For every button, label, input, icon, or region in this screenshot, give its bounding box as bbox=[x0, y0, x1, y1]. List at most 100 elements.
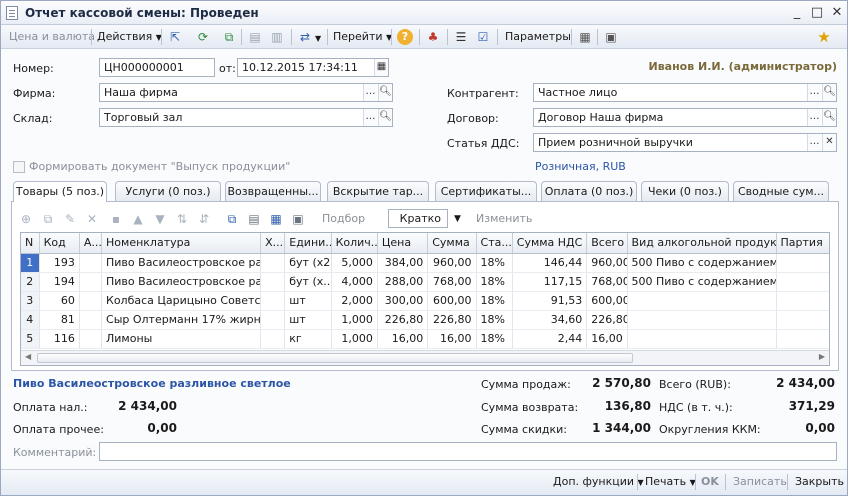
comment-field[interactable] bbox=[99, 442, 837, 461]
table-cell[interactable]: 2,000 bbox=[331, 291, 378, 311]
post-icon[interactable]: ⇱ bbox=[167, 29, 183, 45]
checklist-icon[interactable]: ☑ bbox=[475, 29, 491, 45]
columns-icon[interactable]: ▦ bbox=[577, 29, 593, 45]
table-cell[interactable] bbox=[260, 272, 286, 292]
table-cell[interactable]: 2,44 bbox=[512, 329, 588, 349]
warehouse-field[interactable]: Торговый зал … 🔍︎ bbox=[99, 108, 393, 127]
table-cell[interactable]: 91,53 bbox=[512, 291, 588, 311]
column-header[interactable]: А... bbox=[79, 233, 103, 254]
movements-dropdown-icon[interactable]: ▼ bbox=[315, 30, 321, 48]
table-cell[interactable]: Лимоны bbox=[101, 329, 262, 349]
save-icon[interactable]: ▪ bbox=[108, 211, 124, 227]
close-form-button[interactable]: Закрыть bbox=[795, 475, 844, 488]
table-cell[interactable] bbox=[260, 329, 286, 349]
fill-icon[interactable]: ⧉ bbox=[224, 211, 240, 227]
column-header[interactable]: Цена bbox=[377, 233, 429, 254]
table-cell[interactable]: 18% bbox=[476, 310, 513, 330]
export-icon[interactable]: ▣ bbox=[290, 211, 306, 227]
structure-icon[interactable]: ▤ bbox=[247, 29, 263, 45]
price-currency-button[interactable]: Цена и валюта bbox=[9, 28, 95, 46]
table-cell[interactable]: 18% bbox=[476, 272, 513, 292]
table-cell[interactable]: 3 bbox=[21, 291, 40, 311]
firm-field[interactable]: Наша фирма … 🔍︎ bbox=[99, 83, 393, 102]
favorite-star-icon[interactable]: ★ bbox=[816, 29, 832, 45]
table-cell[interactable]: 960,00 bbox=[586, 253, 628, 273]
ellipsis-icon[interactable]: … bbox=[807, 134, 821, 151]
table-cell[interactable]: Пиво Василеостровское ра... bbox=[101, 272, 262, 292]
move-icon[interactable]: ▥ bbox=[269, 29, 285, 45]
table-cell[interactable]: 960,00 bbox=[427, 253, 477, 273]
actions-menu[interactable]: Действия ▼ bbox=[97, 28, 162, 46]
table-cell[interactable]: Сыр Олтерманн 17% жирн н... bbox=[101, 310, 262, 330]
price-type-link[interactable]: Розничная, RUB bbox=[535, 160, 626, 173]
copy-doc-icon[interactable]: ⧉ bbox=[221, 29, 237, 45]
list-icon[interactable]: ☰ bbox=[453, 29, 469, 45]
column-header[interactable]: Сумма НДС bbox=[512, 233, 588, 254]
ellipsis-icon[interactable]: … bbox=[363, 109, 377, 126]
close-button[interactable]: ✕ bbox=[829, 5, 845, 21]
table-cell[interactable]: 2 bbox=[21, 272, 40, 292]
table-cell[interactable]: шт bbox=[284, 291, 332, 311]
help-icon[interactable]: ? bbox=[397, 29, 413, 45]
table-row[interactable]: 3 60 Колбаса Царицыно Советск... шт 2,000 300… bbox=[21, 291, 829, 311]
column-header[interactable]: Едини... bbox=[284, 233, 332, 254]
table-cell[interactable]: шт bbox=[284, 310, 332, 330]
table-cell[interactable] bbox=[627, 291, 777, 311]
selection-button[interactable]: Подбор bbox=[322, 210, 365, 228]
ellipsis-icon[interactable]: … bbox=[807, 84, 821, 101]
contract-field[interactable]: Договор Наша фирма … 🔍︎ bbox=[533, 108, 837, 127]
parameters-button[interactable]: Параметры bbox=[505, 28, 571, 46]
table-row[interactable]: 5 116 Лимоны кг 1,000 16,00 16,00 18% 2,44 16,00 bbox=[21, 329, 829, 349]
table-row[interactable]: 2 194 Пиво Василеостровское ра... бут (х...… bbox=[21, 272, 829, 292]
table-cell[interactable] bbox=[79, 253, 103, 273]
movements-icon[interactable]: ⇄ bbox=[297, 29, 313, 45]
sort-desc-icon[interactable]: ⇵ bbox=[196, 211, 212, 227]
table-cell[interactable]: 600,00 bbox=[427, 291, 477, 311]
table-cell[interactable] bbox=[79, 329, 103, 349]
move-down-icon[interactable]: ▼ bbox=[152, 211, 168, 227]
table-cell[interactable]: 34,60 bbox=[512, 310, 588, 330]
table-cell[interactable]: 194 bbox=[39, 272, 80, 292]
production-checkbox[interactable] bbox=[13, 161, 25, 173]
ellipsis-icon[interactable]: … bbox=[363, 84, 377, 101]
table-cell[interactable] bbox=[776, 329, 829, 349]
table-cell[interactable]: 193 bbox=[39, 253, 80, 273]
table-cell[interactable]: Пиво Василеостровское ра... bbox=[101, 253, 262, 273]
tab-returned[interactable]: Возвращенны... bbox=[225, 181, 321, 201]
table-cell[interactable] bbox=[79, 310, 103, 330]
search-icon[interactable]: 🔍︎ bbox=[378, 84, 392, 101]
table-cell[interactable] bbox=[260, 253, 286, 273]
save-button[interactable]: Записать bbox=[733, 475, 787, 488]
date-field[interactable]: 10.12.2015 17:34:11 ▦ bbox=[237, 58, 389, 77]
table-cell[interactable]: 4,000 bbox=[331, 272, 378, 292]
table-cell[interactable]: 18% bbox=[476, 253, 513, 273]
table-cell[interactable]: 5 bbox=[21, 329, 40, 349]
table-cell[interactable]: 18% bbox=[476, 329, 513, 349]
column-header[interactable]: Колич... bbox=[331, 233, 378, 254]
tab-opening[interactable]: Вскрытие тар... bbox=[327, 181, 429, 201]
copy-icon[interactable]: ⧉ bbox=[40, 211, 56, 227]
ellipsis-icon[interactable]: … bbox=[807, 109, 821, 126]
goto-menu[interactable]: Перейти ▼ bbox=[333, 28, 392, 46]
table-cell[interactable]: 4 bbox=[21, 310, 40, 330]
counterparty-field[interactable]: Частное лицо … 🔍︎ bbox=[533, 83, 837, 102]
table-cell[interactable] bbox=[627, 310, 777, 330]
table-cell[interactable] bbox=[260, 310, 286, 330]
delete-icon[interactable]: ✕ bbox=[84, 211, 100, 227]
horizontal-scrollbar[interactable]: ◀ ▶ bbox=[21, 350, 829, 365]
table-cell[interactable]: 300,00 bbox=[377, 291, 429, 311]
edit-icon[interactable]: ✎ bbox=[62, 211, 78, 227]
column-header[interactable]: Партия bbox=[776, 233, 829, 254]
table-cell[interactable]: 226,80 bbox=[427, 310, 477, 330]
table-cell[interactable]: 18% bbox=[476, 291, 513, 311]
table-cell[interactable]: 600,00 bbox=[586, 291, 628, 311]
table-cell[interactable]: кг bbox=[284, 329, 332, 349]
table-cell[interactable] bbox=[776, 310, 829, 330]
tab-receipts[interactable]: Чеки (0 поз.) bbox=[641, 181, 729, 201]
column-header[interactable]: Всего bbox=[586, 233, 628, 254]
table-cell[interactable]: 768,00 bbox=[427, 272, 477, 292]
print-preview-icon[interactable]: ▣ bbox=[603, 29, 619, 45]
table-cell[interactable]: 500 Пиво с содержанием ... bbox=[627, 272, 777, 292]
table-cell[interactable]: 384,00 bbox=[377, 253, 429, 273]
view-mode-select[interactable]: Кратко bbox=[388, 209, 448, 228]
